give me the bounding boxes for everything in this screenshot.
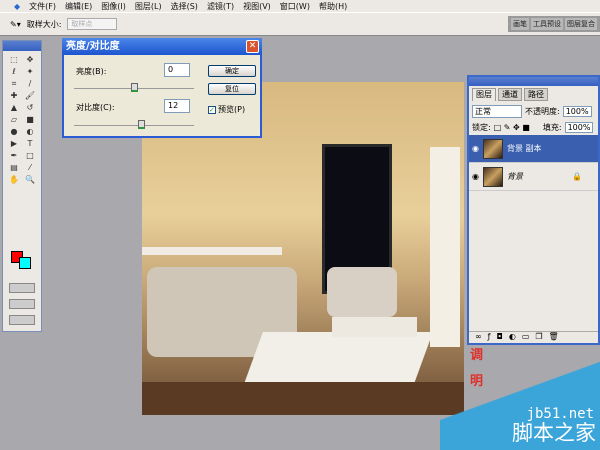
hand-icon[interactable]: ✋: [7, 175, 21, 185]
fill-input[interactable]: 100%: [564, 122, 594, 133]
adjustment-icon[interactable]: ◐: [509, 332, 516, 343]
dialog-title: 亮度/对比度: [66, 41, 120, 52]
sample-size-label: 取样大小:: [26, 19, 62, 29]
eye-icon[interactable]: ◉: [472, 172, 479, 181]
opacity-label: 不透明度:: [525, 107, 560, 116]
eye-icon[interactable]: ◉: [472, 144, 479, 153]
armchair: [327, 267, 397, 317]
coffee-table: [332, 317, 417, 337]
notes-icon[interactable]: ▤: [7, 163, 21, 173]
well-tool-presets[interactable]: 工具预设: [531, 18, 563, 30]
sample-size-select[interactable]: 取样点: [67, 18, 118, 30]
zoom-icon[interactable]: 🔍: [23, 175, 37, 185]
eyedropper-icon[interactable]: ✎▾: [10, 20, 21, 29]
stamp-icon[interactable]: ▲: [7, 103, 21, 113]
contrast-track[interactable]: [74, 125, 194, 126]
menu-help[interactable]: 帮助(H): [319, 1, 347, 12]
well-layer-comps[interactable]: 图层复合: [565, 18, 597, 30]
background-color[interactable]: [19, 257, 31, 269]
brush-icon[interactable]: 🖌: [23, 91, 37, 101]
marquee-icon[interactable]: ⬚: [7, 55, 21, 65]
checkmark-icon: ✓: [208, 105, 216, 114]
link-icon[interactable]: ∞: [475, 332, 482, 343]
toolbox: ⬚ ✥ ℓ ✦ ⌗ / ✚ 🖌 ▲ ↺ ▱ ■ ● ◐ ▶ T ✒ □ ▤ ⁄ ✋ 🔍: [2, 40, 42, 332]
app-icon: ◆: [14, 1, 21, 11]
type-icon[interactable]: T: [23, 139, 37, 149]
crop-icon[interactable]: ⌗: [7, 79, 21, 89]
mask-icon[interactable]: ◘: [497, 332, 503, 343]
palette-well: 画笔 工具预设 图层复合: [508, 16, 600, 32]
menu-bar: ◆ 文件(F) 编辑(E) 图像(I) 图层(L) 选择(S) 滤镜(T) 视图…: [0, 0, 600, 12]
brightness-contrast-dialog: 亮度/对比度 ✕ 亮度(B): 0 对比度(C): 12 确定 复位 ✓ 预览(P): [62, 38, 262, 138]
menu-view[interactable]: 视图(V): [243, 1, 271, 12]
lasso-icon[interactable]: ℓ: [7, 67, 21, 77]
shelf: [142, 247, 282, 255]
brightness-slider[interactable]: [131, 83, 138, 92]
blur-icon[interactable]: ●: [7, 127, 21, 137]
contrast-input[interactable]: 12: [164, 99, 190, 113]
brightness-input[interactable]: 0: [164, 63, 190, 77]
layer-row[interactable]: ◉ 背景 🔒: [469, 163, 598, 191]
gradient-icon[interactable]: ■: [23, 115, 37, 125]
layers-panel-header[interactable]: [469, 77, 598, 86]
tab-channels[interactable]: 通道: [498, 88, 522, 101]
magic-wand-icon[interactable]: ✦: [23, 67, 37, 77]
layer-name: 背景: [506, 172, 523, 181]
trash-icon[interactable]: 🗑: [549, 332, 559, 343]
path-select-icon[interactable]: ▶: [7, 139, 21, 149]
layer-style-icon[interactable]: ƒ: [488, 332, 491, 343]
pen-icon[interactable]: ✒: [7, 151, 21, 161]
screen-mode-icon[interactable]: [9, 299, 35, 309]
menu-image[interactable]: 图像(I): [101, 1, 126, 12]
history-brush-icon[interactable]: ↺: [23, 103, 37, 113]
toolbox-header[interactable]: [3, 41, 41, 51]
fill-label: 填充:: [542, 123, 562, 132]
menu-edit[interactable]: 编辑(E): [65, 1, 92, 12]
layer-thumbnail: [482, 138, 503, 159]
menu-layer[interactable]: 图层(L): [135, 1, 162, 12]
move-icon[interactable]: ✥: [23, 55, 37, 65]
curtain: [430, 147, 460, 347]
eyedropper-tool-icon[interactable]: ⁄: [23, 163, 37, 173]
blend-mode-select[interactable]: 正常: [472, 105, 522, 118]
quick-mask-icon[interactable]: [9, 283, 35, 293]
reset-button[interactable]: 复位: [208, 83, 256, 95]
preview-label: 预览(P): [218, 105, 246, 114]
contrast-label: 对比度(C):: [76, 103, 115, 112]
close-icon[interactable]: ✕: [246, 40, 259, 53]
jump-to-imageready-icon[interactable]: [9, 315, 35, 325]
contrast-slider[interactable]: [138, 120, 146, 129]
layer-name: 背景 副本: [506, 144, 542, 153]
menu-filter[interactable]: 滤镜(T): [207, 1, 234, 12]
layers-panel: 图层 通道 路径 正常 不透明度: 100% 锁定: □ ✎ ✥ ■ 填充: 1…: [467, 75, 600, 345]
menu-window[interactable]: 窗口(W): [280, 1, 310, 12]
new-layer-icon[interactable]: ❐: [535, 332, 542, 343]
opacity-input[interactable]: 100%: [562, 106, 592, 117]
dialog-title-bar[interactable]: 亮度/对比度 ✕: [62, 38, 262, 55]
floor: [142, 382, 464, 415]
healing-icon[interactable]: ✚: [7, 91, 21, 101]
menu-select[interactable]: 选择(S): [171, 1, 198, 12]
preview-checkbox[interactable]: ✓ 预览(P): [208, 104, 245, 115]
lock-label: 锁定:: [472, 123, 491, 132]
ok-button[interactable]: 确定: [208, 65, 256, 77]
shape-icon[interactable]: □: [23, 151, 37, 161]
layers-footer: ∞ ƒ ◘ ◐ ▭ ❐ 🗑: [469, 331, 598, 343]
layer-thumbnail: [482, 166, 503, 187]
well-brushes[interactable]: 画笔: [511, 18, 529, 30]
folder-icon[interactable]: ▭: [522, 332, 530, 343]
lock-icon: 🔒: [572, 172, 582, 181]
lock-icons[interactable]: □ ✎ ✥ ■: [494, 123, 530, 132]
eraser-icon[interactable]: ▱: [7, 115, 21, 125]
tab-paths[interactable]: 路径: [524, 88, 548, 101]
dodge-icon[interactable]: ◐: [23, 127, 37, 137]
watermark-name: 脚本之家: [512, 421, 596, 445]
layer-row[interactable]: ◉ 背景 副本: [469, 135, 598, 163]
slice-icon[interactable]: /: [23, 79, 37, 89]
brightness-label: 亮度(B):: [76, 67, 107, 76]
tab-layers[interactable]: 图层: [472, 88, 496, 101]
menu-file[interactable]: 文件(F): [29, 1, 56, 12]
